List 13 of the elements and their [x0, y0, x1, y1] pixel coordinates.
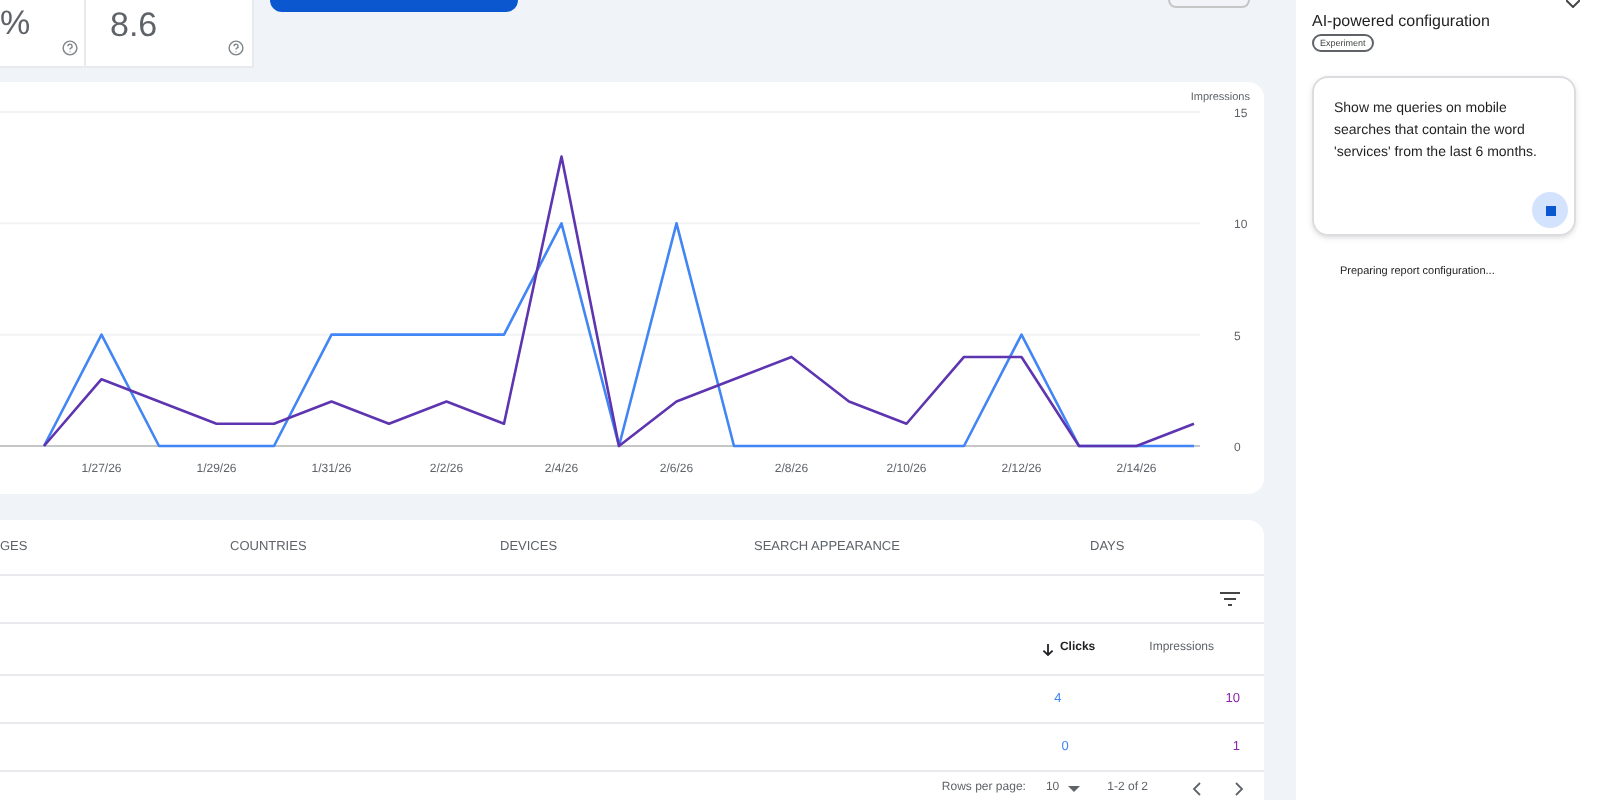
sort-arrow-icon: [1041, 643, 1054, 655]
filter-icon[interactable]: [1220, 592, 1240, 606]
stop-button[interactable]: [1532, 192, 1568, 228]
metric-value: 8.6: [110, 8, 158, 42]
previous-page-icon[interactable]: [1192, 781, 1202, 795]
stop-icon: [1545, 205, 1555, 215]
metric-value: %: [0, 6, 31, 40]
help-icon[interactable]: [228, 40, 244, 56]
next-page-icon[interactable]: [1234, 781, 1244, 795]
action-button[interactable]: [270, 0, 518, 12]
help-icon[interactable]: [62, 40, 78, 56]
panel-title: AI-powered configuration: [1312, 12, 1492, 32]
dropdown-caret-icon: [1067, 785, 1080, 791]
